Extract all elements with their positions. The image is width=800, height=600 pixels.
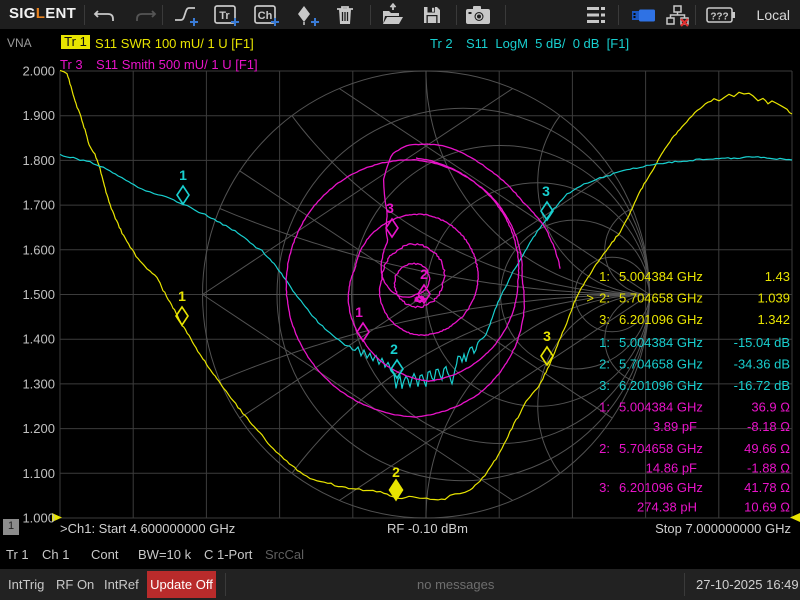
svg-text:2:: 2: [599, 357, 610, 372]
svg-text:3: 3 [542, 183, 550, 199]
svg-text:3:: 3: [599, 312, 610, 327]
svg-text:-16.72 dB: -16.72 dB [734, 378, 790, 393]
svg-text:2: 2 [390, 341, 398, 357]
svg-text:5.704658 GHz: 5.704658 GHz [619, 291, 703, 306]
svg-text:-1.88 Ω: -1.88 Ω [747, 461, 790, 476]
svg-text:1.000: 1.000 [22, 511, 55, 526]
svg-text:1: 1 [355, 304, 363, 320]
svg-text:5.004384 GHz: 5.004384 GHz [619, 335, 703, 350]
svg-text:5.704658 GHz: 5.704658 GHz [619, 357, 703, 372]
svg-text:1.342: 1.342 [757, 312, 790, 327]
svg-text:1.100: 1.100 [22, 466, 55, 481]
svg-text:6.201096 GHz: 6.201096 GHz [619, 480, 703, 495]
svg-text:???: ??? [710, 12, 728, 23]
svg-text:2:: 2: [599, 441, 610, 456]
svg-text:1.039: 1.039 [757, 291, 790, 306]
svg-text:Ch: Ch [258, 10, 273, 22]
svg-text:2: 2 [420, 266, 428, 282]
svg-text:3.89 pF: 3.89 pF [653, 419, 697, 434]
svg-text:5.004384 GHz: 5.004384 GHz [619, 400, 703, 415]
svg-text:1.200: 1.200 [22, 421, 55, 436]
svg-text:1:: 1: [599, 400, 610, 415]
svg-text:14.86 pF: 14.86 pF [646, 461, 697, 476]
svg-text:10.69 Ω: 10.69 Ω [744, 500, 790, 515]
svg-text:1.400: 1.400 [22, 332, 55, 347]
svg-text:1.700: 1.700 [22, 198, 55, 213]
svg-text:5.004384 GHz: 5.004384 GHz [619, 269, 703, 284]
svg-text:5.704658 GHz: 5.704658 GHz [619, 441, 703, 456]
svg-text:3:: 3: [599, 480, 610, 495]
svg-text:41.78 Ω: 41.78 Ω [744, 480, 790, 495]
svg-text:1.500: 1.500 [22, 287, 55, 302]
svg-text:1.600: 1.600 [22, 242, 55, 257]
svg-text:274.38 pH: 274.38 pH [637, 500, 697, 515]
svg-text:6.201096 GHz: 6.201096 GHz [619, 312, 703, 327]
svg-text:6.201096 GHz: 6.201096 GHz [619, 378, 703, 393]
svg-text:1:: 1: [599, 335, 610, 350]
svg-text:3: 3 [543, 328, 551, 344]
svg-text:1.43: 1.43 [765, 269, 790, 284]
svg-text:Tr: Tr [219, 10, 230, 22]
svg-text:3:: 3: [599, 378, 610, 393]
svg-text:3: 3 [386, 200, 394, 216]
svg-text:-8.18 Ω: -8.18 Ω [747, 419, 790, 434]
svg-text:2: 2 [392, 464, 400, 480]
svg-text:49.66 Ω: 49.66 Ω [744, 441, 790, 456]
svg-text:36.9 Ω: 36.9 Ω [751, 400, 790, 415]
svg-text:1: 1 [178, 288, 186, 304]
svg-text:1: 1 [179, 167, 187, 183]
svg-text:-34.36 dB: -34.36 dB [734, 357, 790, 372]
svg-text:2.000: 2.000 [22, 64, 55, 79]
svg-text:1.300: 1.300 [22, 376, 55, 391]
svg-text:>: > [586, 291, 594, 306]
svg-text:1.800: 1.800 [22, 153, 55, 168]
svg-text:2:: 2: [599, 291, 610, 306]
svg-text:-15.04 dB: -15.04 dB [734, 335, 790, 350]
svg-text:1:: 1: [599, 269, 610, 284]
svg-text:1.900: 1.900 [22, 108, 55, 123]
